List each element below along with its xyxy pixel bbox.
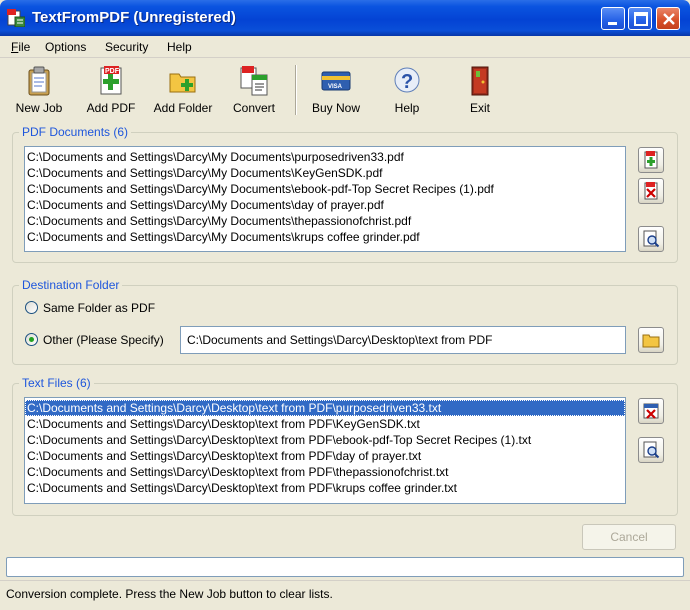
close-button[interactable] <box>656 7 680 30</box>
text-files-legend: Text Files (6) <box>19 376 94 390</box>
remove-text-file-icon <box>643 403 659 419</box>
destination-folder-legend: Destination Folder <box>19 278 123 292</box>
svg-text:?: ? <box>401 71 413 93</box>
clipboard-icon <box>28 66 50 96</box>
add-pdf-side-button[interactable] <box>638 147 664 173</box>
credit-card-icon: VISA <box>321 71 351 91</box>
window-title: TextFromPDF (Unregistered) <box>32 9 236 26</box>
convert-button[interactable]: Convert <box>226 63 282 117</box>
toolbar: New Job PDF Add PDF Add Folder Convert V… <box>0 59 690 119</box>
list-item[interactable]: C:\Documents and Settings\Darcy\Desktop\… <box>25 480 625 496</box>
exit-label: Exit <box>469 101 490 115</box>
new-job-label: New Job <box>15 101 63 115</box>
add-folder-button[interactable]: Add Folder <box>148 63 218 117</box>
title-bar[interactable]: TextFromPDF (Unregistered) <box>0 0 690 36</box>
list-item[interactable]: C:\Documents and Settings\Darcy\My Docum… <box>25 213 625 229</box>
view-pdf-button[interactable] <box>638 226 664 252</box>
exit-door-icon <box>471 66 489 96</box>
other-folder-radio[interactable] <box>25 333 38 346</box>
svg-text:PDF: PDF <box>105 68 120 75</box>
list-item[interactable]: C:\Documents and Settings\Darcy\Desktop\… <box>25 464 625 480</box>
view-text-file-button[interactable] <box>638 437 664 463</box>
folder-icon <box>642 334 660 348</box>
other-folder-label[interactable]: Other (Please Specify) <box>43 333 164 347</box>
help-question-icon: ? <box>394 67 420 93</box>
close-icon <box>663 13 675 25</box>
browse-folder-button[interactable] <box>638 327 664 353</box>
list-item[interactable]: C:\Documents and Settings\Darcy\My Docum… <box>25 197 625 213</box>
add-pdf-label: Add PDF <box>86 101 136 115</box>
maximize-icon <box>634 12 648 26</box>
magnifier-document-icon <box>643 441 660 459</box>
menu-bar: File Options Security Help <box>0 36 690 58</box>
list-item[interactable]: C:\Documents and Settings\Darcy\Desktop\… <box>25 432 625 448</box>
pdf-documents-list[interactable]: C:\Documents and Settings\Darcy\My Docum… <box>24 146 626 252</box>
minimize-button[interactable] <box>601 7 625 30</box>
buy-now-button[interactable]: VISA Buy Now <box>306 63 366 117</box>
convert-icon <box>240 66 268 96</box>
add-pdf-button[interactable]: PDF Add PDF <box>82 63 140 117</box>
add-pdf-icon: PDF <box>100 66 122 95</box>
add-folder-label: Add Folder <box>153 101 213 115</box>
magnifier-document-icon <box>643 230 660 248</box>
menu-options[interactable]: Options <box>45 40 86 54</box>
buy-now-label: Buy Now <box>311 101 361 115</box>
menu-help[interactable]: Help <box>167 40 192 54</box>
new-job-button[interactable]: New Job <box>8 63 70 117</box>
menu-file[interactable]: File <box>11 40 30 54</box>
same-folder-label[interactable]: Same Folder as PDF <box>43 301 155 315</box>
same-folder-radio[interactable] <box>25 301 38 314</box>
list-item[interactable]: C:\Documents and Settings\Darcy\My Docum… <box>25 149 625 165</box>
list-item[interactable]: C:\Documents and Settings\Darcy\My Docum… <box>25 229 625 245</box>
pdf-documents-legend: PDF Documents (6) <box>19 125 132 139</box>
help-label: Help <box>394 101 420 115</box>
svg-text:VISA: VISA <box>328 84 343 90</box>
status-text: Conversion complete. Press the New Job b… <box>6 587 333 601</box>
list-item[interactable]: C:\Documents and Settings\Darcy\Desktop\… <box>25 416 625 432</box>
toolbar-separator <box>295 65 297 115</box>
destination-path-input[interactable]: C:\Documents and Settings\Darcy\Desktop\… <box>180 326 626 354</box>
exit-button[interactable]: Exit <box>460 63 500 117</box>
add-pdf-icon <box>644 151 658 169</box>
list-item[interactable]: C:\Documents and Settings\Darcy\My Docum… <box>25 181 625 197</box>
add-folder-icon <box>169 73 196 93</box>
list-item[interactable]: C:\Documents and Settings\Darcy\Desktop\… <box>25 448 625 464</box>
minimize-icon <box>608 22 617 25</box>
remove-pdf-button[interactable] <box>638 178 664 204</box>
help-button[interactable]: ? Help <box>386 63 428 117</box>
list-item[interactable]: C:\Documents and Settings\Darcy\My Docum… <box>25 165 625 181</box>
list-item[interactable]: C:\Documents and Settings\Darcy\Desktop\… <box>25 400 625 416</box>
remove-pdf-icon <box>644 182 658 200</box>
maximize-button[interactable] <box>628 7 652 30</box>
status-bar: Conversion complete. Press the New Job b… <box>0 580 690 610</box>
app-pdf-icon <box>7 9 25 27</box>
menu-security[interactable]: Security <box>105 40 148 54</box>
remove-text-file-button[interactable] <box>638 398 664 424</box>
text-files-list[interactable]: C:\Documents and Settings\Darcy\Desktop\… <box>24 397 626 504</box>
convert-label: Convert <box>232 101 276 115</box>
cancel-button[interactable]: Cancel <box>582 524 676 550</box>
progress-bar <box>6 557 684 577</box>
